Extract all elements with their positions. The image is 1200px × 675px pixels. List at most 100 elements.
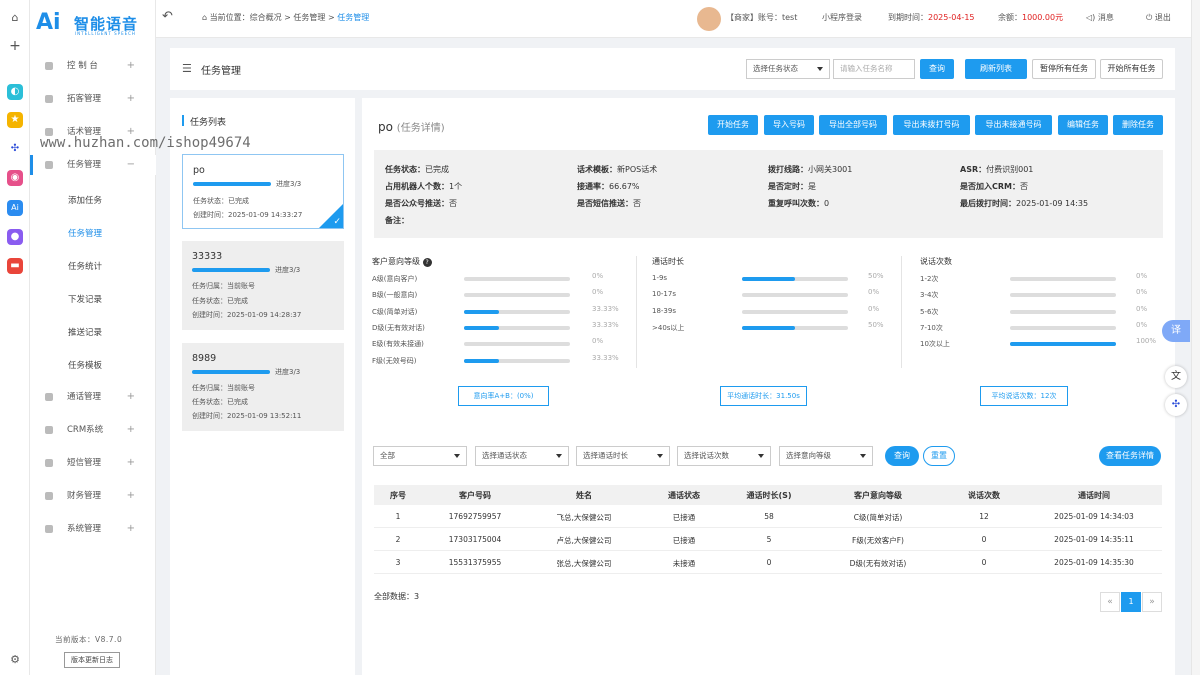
- sidebar-item-task[interactable]: 任务管理 −: [30, 155, 156, 175]
- table-row[interactable]: 1 17692759957 飞总,大保健公司 已接通 58 C级(简单对话) 12 2025-…: [374, 505, 1162, 528]
- filter-intent-select[interactable]: 选择意向等级: [779, 446, 873, 466]
- add-icon[interactable]: +: [7, 38, 23, 54]
- table-cell: 5: [766, 535, 772, 544]
- settings-gear-icon[interactable]: ⚙: [7, 652, 23, 668]
- info-value: 66.67%: [609, 182, 640, 191]
- export-undialed-button[interactable]: 导出未拨打号码: [893, 115, 970, 135]
- ai-app-icon[interactable]: Ai: [7, 200, 23, 216]
- stat-row-percent: 33.33%: [592, 353, 619, 362]
- nodes-float-icon[interactable]: ✣: [1165, 394, 1187, 416]
- nodes-app-icon[interactable]: ✣: [7, 141, 23, 157]
- active-indicator: [30, 155, 33, 175]
- task-card[interactable]: 33333 进度3/3 任务归属：当前账号 任务状态：已完成 创建时间：2025…: [182, 241, 344, 330]
- chevron-down-icon: [556, 454, 562, 458]
- sidebar-item-label: 短信管理: [67, 458, 102, 468]
- start-all-button[interactable]: 开始所有任务: [1100, 59, 1163, 79]
- table-cell: 卢总,大保健公司: [556, 536, 612, 545]
- stat-row-percent: 0%: [868, 288, 880, 297]
- table-row[interactable]: 3 15531375955 张总,大保健公司 未接通 0 D级(无有效对话) 0 2025-0…: [374, 551, 1162, 574]
- query-button[interactable]: 查询: [920, 59, 954, 79]
- table-cell: 12: [979, 512, 989, 521]
- import-numbers-button[interactable]: 导入号码: [764, 115, 814, 135]
- stat-row-track: [1010, 309, 1116, 314]
- back-icon[interactable]: ↶: [162, 9, 173, 24]
- task-name-input[interactable]: 请输入任务名称: [833, 59, 915, 79]
- filter-query-button[interactable]: 查询: [885, 446, 919, 466]
- sidebar-item-finance[interactable]: 财务管理 +: [30, 486, 156, 506]
- translate-float-button[interactable]: 译: [1162, 320, 1190, 342]
- info-robots: 占用机器人个数：1个: [385, 181, 462, 192]
- filter-reset-button[interactable]: 重置: [923, 446, 955, 466]
- start-task-button[interactable]: 开始任务: [708, 115, 758, 135]
- stat-row-fill: [464, 325, 500, 330]
- pagination-next[interactable]: »: [1142, 592, 1162, 612]
- sidebar-item-customer[interactable]: 拓客管理 +: [30, 89, 156, 109]
- app-icon-4[interactable]: ◉: [7, 170, 23, 186]
- info-key: 占用机器人个数：: [385, 182, 449, 191]
- table-cell: 0: [981, 558, 987, 567]
- info-wechat-push: 是否公众号推送：否: [385, 198, 457, 209]
- filter-talk-count-select[interactable]: 选择说话次数: [677, 446, 771, 466]
- table-row[interactable]: 2 17303175004 卢总,大保健公司 已接通 5 F级(无效客户F) 0 2025-0…: [374, 528, 1162, 551]
- stat-row-label: 10次以上: [920, 340, 950, 349]
- table-cell: 0: [766, 558, 772, 567]
- edit-task-button[interactable]: 编辑任务: [1058, 115, 1108, 135]
- stat-row-percent: 0%: [592, 337, 604, 346]
- avatar[interactable]: [697, 7, 721, 31]
- changelog-button[interactable]: 版本更新日志: [64, 652, 120, 668]
- export-unanswered-button[interactable]: 导出未接通号码: [975, 115, 1052, 135]
- translate-icon[interactable]: 文: [1165, 366, 1187, 388]
- stat-row-track: [1010, 293, 1116, 298]
- pause-all-button[interactable]: 暂停所有任务: [1032, 59, 1096, 79]
- task-card[interactable]: 8989 进度3/3 任务归属：当前账号 任务状态：已完成 创建时间：2025-…: [182, 343, 344, 431]
- task-name: 33333: [192, 251, 223, 262]
- page-title: 任务管理: [201, 66, 241, 77]
- home-icon[interactable]: ⌂: [7, 10, 23, 26]
- stat-row-track: [464, 277, 570, 281]
- task-status-select[interactable]: 选择任务状态: [746, 59, 830, 79]
- delete-task-button[interactable]: 删除任务: [1113, 115, 1163, 135]
- star-app-icon[interactable]: ★: [7, 112, 23, 128]
- sidebar-item-system[interactable]: 系统管理 +: [30, 519, 156, 539]
- pagination-prev[interactable]: «: [1100, 592, 1120, 612]
- message-link[interactable]: ◁) 消息: [1086, 12, 1114, 23]
- info-value: 已完成: [425, 165, 449, 174]
- subnav-task-manage[interactable]: 任务管理: [68, 227, 102, 239]
- app-icon-1[interactable]: ◐: [7, 84, 23, 100]
- stat-title-text: 客户意向等级: [372, 257, 420, 266]
- refresh-list-button[interactable]: 刷新列表: [965, 59, 1027, 79]
- help-icon[interactable]: ?: [422, 258, 432, 267]
- scrollbar[interactable]: [1191, 0, 1200, 675]
- account-label[interactable]: 【商家】账号：test: [726, 12, 797, 23]
- intent-stats-title: 客户意向等级 ?: [372, 256, 432, 267]
- table-cell: 2025-01-09 14:34:03: [1054, 512, 1134, 521]
- subnav-task-stats[interactable]: 任务统计: [68, 260, 102, 272]
- sidebar-item-call[interactable]: 通话管理 +: [30, 387, 156, 407]
- export-all-button[interactable]: 导出全部号码: [819, 115, 887, 135]
- subnav-dispatch-log[interactable]: 下发记录: [68, 293, 102, 305]
- chat-app-icon[interactable]: ●: [7, 229, 23, 245]
- stat-row-percent: 0%: [592, 288, 604, 297]
- detail-heading: po (任务详情): [378, 119, 445, 134]
- collapse-icon: −: [126, 159, 135, 170]
- view-task-detail-button[interactable]: 查看任务详情: [1099, 446, 1161, 466]
- subnav-add-task[interactable]: 添加任务: [68, 194, 102, 206]
- sidebar-item-crm[interactable]: CRM系统 +: [30, 420, 156, 440]
- subnav-task-template[interactable]: 任务模板: [68, 359, 102, 371]
- table-cell: 17692759957: [448, 512, 502, 521]
- filter-all-select[interactable]: 全部: [373, 446, 467, 466]
- pagination-page-1[interactable]: 1: [1121, 592, 1141, 612]
- logout-link[interactable]: ⏻ 退出: [1146, 12, 1171, 23]
- sidebar-item-sms[interactable]: 短信管理 +: [30, 453, 156, 473]
- game-app-icon[interactable]: ▬: [7, 258, 23, 274]
- table-cell: 张总,大保健公司: [556, 559, 612, 568]
- sidebar-item-dashboard[interactable]: 控 制 台 +: [30, 56, 156, 76]
- filter-call-status-select[interactable]: 选择通话状态: [475, 446, 569, 466]
- expand-icon: +: [126, 424, 135, 435]
- subnav-push-log[interactable]: 推送记录: [68, 326, 102, 338]
- miniapp-login-link[interactable]: 小程序登录: [822, 12, 862, 23]
- logo-ai: Ai: [36, 10, 61, 35]
- task-card[interactable]: po 进度3/3 任务状态：已完成 创建时间：2025-01-09 14:33:…: [182, 154, 344, 229]
- filter-duration-select[interactable]: 选择通话时长: [576, 446, 670, 466]
- stat-row-track: [742, 309, 848, 314]
